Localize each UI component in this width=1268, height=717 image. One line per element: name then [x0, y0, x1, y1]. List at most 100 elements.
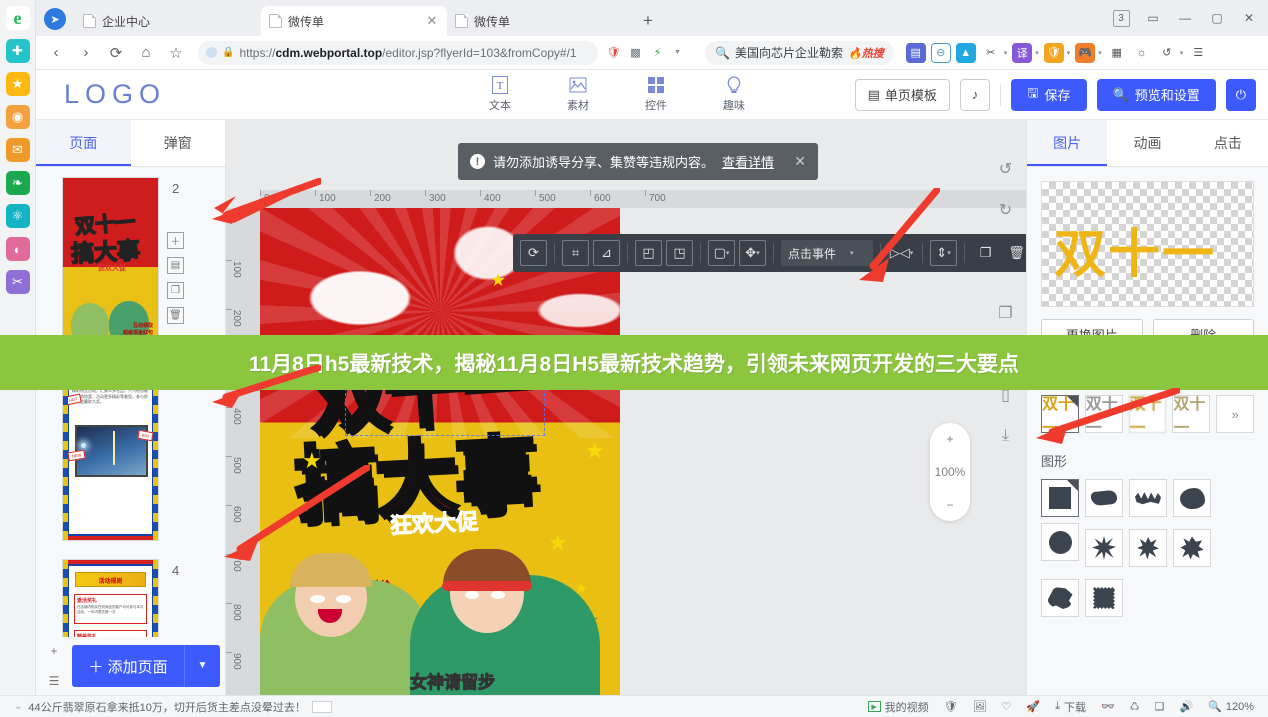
search-input[interactable]: 🔍 美国向芯片企业勒索 🔥热搜: [705, 40, 894, 65]
collection-icon[interactable]: ▤: [905, 42, 926, 63]
recycle-icon[interactable]: ♺: [1130, 700, 1140, 713]
scribble-shape[interactable]: [1129, 479, 1167, 517]
spike-blot-shape[interactable]: [1173, 529, 1211, 567]
splash-shape[interactable]: [1085, 529, 1123, 567]
atom-icon[interactable]: ⚛: [5, 204, 30, 228]
chevron-down-icon[interactable]: ▼: [668, 43, 687, 62]
zoom-level[interactable]: 🔍 120%: [1208, 700, 1254, 714]
hot-search-badge[interactable]: 🔥热搜: [848, 45, 884, 61]
layers-icon[interactable]: ❐: [993, 300, 1018, 325]
back-button[interactable]: ‹: [42, 39, 70, 67]
bolt-icon[interactable]: ⚡: [648, 43, 667, 62]
square-shape[interactable]: [1041, 479, 1079, 517]
save-button[interactable]: 🖫 保存: [1011, 78, 1087, 111]
power-button[interactable]: ⏻: [1225, 78, 1256, 111]
preview-settings-button[interactable]: 🔍 预览和设置: [1096, 78, 1216, 111]
chevron-down-icon[interactable]: ⌄: [14, 701, 22, 712]
browser-tab-0[interactable]: 企业中心: [75, 6, 261, 36]
tab-pages[interactable]: 页面: [36, 120, 131, 166]
circle-blot-shape[interactable]: [1041, 523, 1079, 561]
tool-fun[interactable]: 趣味: [712, 74, 756, 113]
warning-detail-link[interactable]: 查看详情: [722, 152, 774, 171]
filter-more-button[interactable]: »: [1216, 395, 1254, 433]
url-bar[interactable]: 🔒 https://cdm.webportal.top/editor.jsp?f…: [198, 40, 598, 65]
copy-icon[interactable]: ❐: [167, 282, 184, 299]
bookmark-star-icon[interactable]: ☆: [162, 39, 190, 67]
tab-animation[interactable]: 动画: [1107, 120, 1187, 166]
resize-icon[interactable]: ⊿: [593, 240, 620, 266]
page-thumbnail-item[interactable]: 活动规则 激活奖礼 在店铺内购买任何商品的客户均可参与本次活动，一年内限兑换一次…: [62, 559, 226, 637]
zoom-out-button[interactable]: −: [946, 498, 953, 512]
tab-count-badge[interactable]: 3: [1106, 3, 1136, 33]
glasses-icon[interactable]: 👓: [1101, 700, 1115, 713]
crop-icon[interactable]: ⌗: [562, 240, 589, 266]
restore-layout-icon[interactable]: ▭: [1138, 3, 1168, 33]
adblock-icon[interactable]: ⊖: [930, 42, 951, 63]
shield-badge-icon[interactable]: 🛡: [604, 43, 623, 62]
tool-widget[interactable]: 控件: [634, 74, 678, 113]
replace-icon[interactable]: ⟳: [520, 240, 547, 266]
brightness-icon[interactable]: ☼: [1132, 43, 1152, 63]
music-button[interactable]: ♪: [959, 78, 991, 111]
tab-close-icon[interactable]: ✕: [425, 13, 439, 29]
game-icon[interactable]: 🎮: [1075, 42, 1096, 63]
leaf-icon[interactable]: ❧: [5, 171, 30, 195]
maximize-button[interactable]: ▢: [1202, 3, 1232, 33]
browser-tab-2[interactable]: 微传单: [447, 6, 633, 36]
home-button[interactable]: ⌂: [132, 39, 160, 67]
delete-icon[interactable]: 🗑: [167, 307, 184, 324]
reload-button[interactable]: ⟳: [102, 39, 130, 67]
canvas-zoom-control[interactable]: + 100% −: [930, 423, 970, 521]
forward-button[interactable]: ›: [72, 39, 100, 67]
eye-icon[interactable]: ◉: [5, 105, 30, 129]
opacity-icon[interactable]: ✥ ▾: [739, 240, 766, 266]
translate-icon[interactable]: 译: [1012, 42, 1033, 63]
sound-icon[interactable]: 🔊: [1179, 700, 1193, 713]
rocket-icon[interactable]: 🚀: [1026, 700, 1040, 713]
stamp-shape[interactable]: [1085, 579, 1123, 617]
page-thumbnail[interactable]: 双十一 搞大事 狂欢大促 互动领取超级现金红包 11.11-11.20: [62, 177, 159, 350]
edge-icon[interactable]: e: [5, 6, 30, 30]
zoom-in-icon[interactable]: +: [50, 644, 57, 658]
browser-logo-icon[interactable]: ➤: [44, 8, 66, 30]
statusbar-news[interactable]: ⌄ 44公斤翡翠原石拿来抵10万，切开后货主差点没晕过去！: [14, 699, 332, 715]
brush-shape[interactable]: [1085, 479, 1123, 517]
align-left-icon[interactable]: ◰: [635, 240, 662, 266]
star-icon[interactable]: ★: [5, 72, 30, 96]
shield-icon[interactable]: 🛡: [944, 700, 958, 713]
palette-icon[interactable]: ◐: [5, 237, 30, 261]
redo-icon[interactable]: ↻: [993, 197, 1018, 222]
image-preview[interactable]: 双十一: [1041, 181, 1254, 307]
page-thumbnail[interactable]: 活动规则 激活奖礼 在店铺内购买任何商品的客户均可参与本次活动，一年内限兑换一次…: [62, 559, 159, 637]
apps-grid-icon[interactable]: ▦: [1107, 43, 1127, 63]
close-window-button[interactable]: ✕: [1234, 3, 1264, 33]
tool-icon[interactable]: ✂: [5, 270, 30, 294]
menu-icon[interactable]: ☰: [1188, 43, 1208, 63]
health-icon[interactable]: ✚: [5, 39, 30, 63]
tab-click[interactable]: 点击: [1188, 120, 1268, 166]
tab-popups[interactable]: 弹窗: [131, 120, 226, 166]
security-shield-icon[interactable]: 🛡: [1043, 42, 1064, 63]
single-page-template-button[interactable]: ▤ 单页模板: [854, 78, 950, 111]
list-icon[interactable]: ☰: [49, 674, 60, 688]
ink-blot-shape[interactable]: [1173, 479, 1211, 517]
tool-material[interactable]: 素材: [556, 74, 600, 113]
shadow-icon[interactable]: ▢ ▾: [708, 240, 735, 266]
close-icon[interactable]: ✕: [794, 153, 806, 170]
tool-text[interactable]: T 文本: [478, 74, 522, 113]
zoom-in-button[interactable]: +: [946, 432, 953, 446]
tab-image[interactable]: 图片: [1027, 120, 1108, 166]
layout-icon[interactable]: ▤: [167, 257, 184, 274]
splatter-shape[interactable]: [1129, 529, 1167, 567]
add-page-icon[interactable]: ＋: [167, 232, 184, 249]
image-icon[interactable]: 🖼: [973, 700, 987, 713]
browser-tab-1[interactable]: 微传单 ✕: [261, 6, 447, 36]
cloud-icon[interactable]: ▲: [955, 42, 976, 63]
history-icon[interactable]: ↺: [1157, 43, 1177, 63]
undo-icon[interactable]: ↺: [993, 156, 1018, 181]
window-icon[interactable]: ❏: [1155, 700, 1165, 713]
scissors-icon[interactable]: ✂: [981, 43, 1001, 63]
align-right-icon[interactable]: ◳: [666, 240, 693, 266]
design-canvas-page[interactable]: 双十一 搞大事 狂欢大促 引爆低价 ★ ★ ★ ★ ★ ★ ⚡ ⚡: [260, 208, 620, 695]
new-tab-button[interactable]: +: [633, 6, 663, 36]
